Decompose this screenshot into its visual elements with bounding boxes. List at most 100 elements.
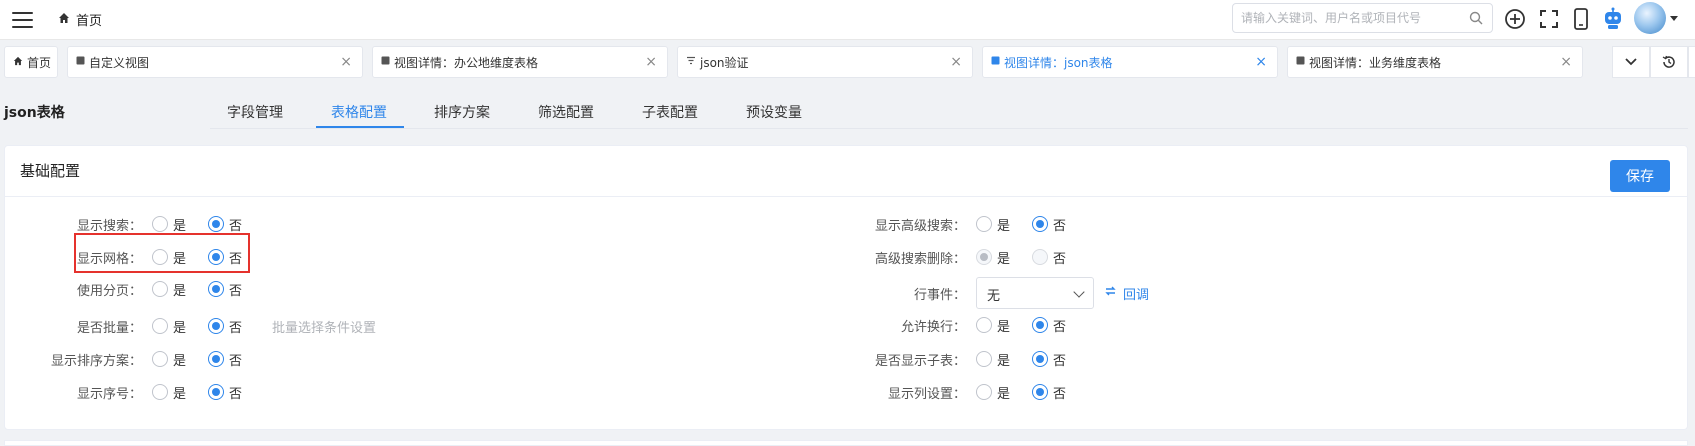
radio-no[interactable]: 否 bbox=[208, 215, 242, 234]
radio-circle bbox=[152, 384, 168, 400]
radio-no[interactable]: 否 bbox=[208, 350, 242, 369]
radio-circle bbox=[208, 384, 225, 400]
save-button[interactable]: 保存 bbox=[1610, 160, 1670, 192]
tabs-dropdown-icon[interactable] bbox=[1612, 46, 1650, 78]
history-icon[interactable] bbox=[1650, 46, 1688, 78]
subtab-subtable-config[interactable]: 子表配置 bbox=[642, 102, 698, 122]
subtab-table-config[interactable]: 表格配置 bbox=[331, 102, 387, 122]
robot-assistant-icon[interactable] bbox=[1600, 6, 1626, 32]
subtab-filter-config[interactable]: 筛选配置 bbox=[538, 102, 594, 122]
radio-no[interactable]: 否 bbox=[1032, 383, 1066, 402]
global-search[interactable] bbox=[1232, 3, 1493, 33]
radio-circle bbox=[976, 216, 992, 232]
setting-allow-wrap: 允许换行： 是 否 bbox=[800, 314, 1088, 336]
radio-label: 是 bbox=[997, 319, 1011, 335]
radio-no[interactable]: 否 bbox=[208, 383, 242, 402]
radio-label: 否 bbox=[229, 218, 243, 234]
close-icon[interactable]: × bbox=[340, 55, 352, 69]
radio-circle bbox=[976, 249, 992, 265]
add-circle-icon[interactable] bbox=[1502, 6, 1528, 32]
tab-json-table[interactable]: 视图详情：json表格 × bbox=[982, 46, 1278, 78]
radio-circle bbox=[208, 318, 225, 334]
radio-circle bbox=[152, 318, 168, 334]
search-input[interactable] bbox=[1241, 8, 1461, 28]
top-bar: 首页 bbox=[0, 0, 1695, 40]
select-value: 无 bbox=[987, 289, 1001, 304]
breadcrumb[interactable]: 首页 bbox=[58, 10, 102, 29]
page-title: json表格 bbox=[4, 105, 65, 121]
setting-advanced-search-delete: 高级搜索删除： 是 否 bbox=[800, 246, 1088, 268]
active-subtab-indicator bbox=[316, 126, 404, 128]
radio-yes[interactable]: 是 bbox=[976, 383, 1010, 402]
setting-label: 允许换行： bbox=[900, 319, 966, 335]
search-icon[interactable] bbox=[1468, 10, 1484, 26]
radio-label: 是 bbox=[173, 353, 187, 369]
subtabs-divider bbox=[210, 128, 1688, 129]
radio-yes[interactable]: 是 bbox=[976, 316, 1010, 335]
batch-condition-link[interactable]: 批量选择条件设置 bbox=[272, 317, 376, 336]
radio-yes[interactable]: 是 bbox=[152, 350, 186, 369]
view-subheader: json表格 字段管理 表格配置 排序方案 筛选配置 子表配置 预设变量 bbox=[0, 92, 1695, 132]
radio-no[interactable]: 否 bbox=[1032, 316, 1066, 335]
mobile-icon[interactable] bbox=[1568, 6, 1594, 32]
highlight-annotation bbox=[74, 233, 250, 273]
row-event-select[interactable]: 无 bbox=[976, 277, 1094, 309]
avatar[interactable] bbox=[1634, 2, 1666, 34]
radio-yes[interactable]: 是 bbox=[976, 215, 1010, 234]
close-icon[interactable]: × bbox=[950, 55, 962, 69]
setting-show-search: 显示搜索： 是 否 bbox=[20, 213, 264, 235]
close-icon[interactable]: × bbox=[1255, 55, 1267, 69]
next-card-edge bbox=[4, 440, 1688, 446]
tab-label: 首页 bbox=[27, 55, 52, 70]
tab-json-validation[interactable]: json验证 × bbox=[677, 46, 973, 78]
setting-label: 是否批量： bbox=[76, 320, 142, 336]
radio-circle bbox=[152, 216, 168, 232]
info-icon[interactable] bbox=[1688, 46, 1695, 78]
radio-yes[interactable]: 是 bbox=[152, 215, 186, 234]
subtab-field-management[interactable]: 字段管理 bbox=[227, 102, 283, 122]
setting-show-column-settings: 显示列设置： 是 否 bbox=[800, 381, 1088, 403]
menu-toggle-icon[interactable] bbox=[12, 12, 33, 28]
home-icon bbox=[58, 12, 70, 27]
setting-use-pagination: 使用分页： 是 否 bbox=[20, 278, 264, 300]
radio-no[interactable]: 否 bbox=[1032, 350, 1066, 369]
radio-circle bbox=[976, 351, 992, 367]
chevron-down-icon[interactable] bbox=[1670, 16, 1678, 21]
callback-link[interactable]: 回调 bbox=[1104, 284, 1149, 303]
radio-no[interactable]: 否 bbox=[208, 280, 242, 299]
radio-circle bbox=[208, 351, 225, 367]
radio-circle bbox=[152, 351, 168, 367]
radio-yes[interactable]: 是 bbox=[152, 280, 186, 299]
setting-label: 显示列设置： bbox=[887, 386, 966, 402]
radio-label: 否 bbox=[229, 320, 243, 336]
radio-circle bbox=[1032, 351, 1049, 367]
radio-no[interactable]: 否 bbox=[1032, 215, 1066, 234]
setting-label: 显示搜索： bbox=[76, 218, 142, 234]
subtab-sort-scheme[interactable]: 排序方案 bbox=[434, 102, 490, 122]
setting-show-sort-scheme: 显示排序方案： 是 否 bbox=[20, 348, 264, 370]
close-icon[interactable]: × bbox=[645, 55, 657, 69]
setting-label: 高级搜索删除： bbox=[874, 251, 966, 267]
tab-home[interactable]: 首页 bbox=[4, 46, 58, 78]
radio-label: 是 bbox=[173, 218, 187, 234]
fullscreen-icon[interactable] bbox=[1536, 6, 1562, 32]
tab-custom-view[interactable]: 自定义视图 × bbox=[67, 46, 363, 78]
radio-yes[interactable]: 是 bbox=[152, 317, 186, 336]
radio-circle bbox=[1032, 216, 1049, 232]
radio-yes[interactable]: 是 bbox=[976, 350, 1010, 369]
close-icon[interactable]: × bbox=[1560, 55, 1572, 69]
setting-show-subtable: 是否显示子表： 是 否 bbox=[800, 348, 1088, 370]
tab-label: 视图详情：办公地维度表格 bbox=[394, 55, 539, 70]
radio-no[interactable]: 否 bbox=[208, 317, 242, 336]
filter-icon bbox=[686, 56, 696, 68]
setting-label: 使用分页： bbox=[76, 283, 142, 299]
radio-label: 是 bbox=[173, 320, 187, 336]
radio-circle bbox=[208, 216, 225, 232]
radio-yes: 是 bbox=[976, 248, 1010, 267]
tab-office-dimension[interactable]: 视图详情：办公地维度表格 × bbox=[372, 46, 668, 78]
tab-business-dimension[interactable]: 视图详情：业务维度表格 × bbox=[1287, 46, 1583, 78]
radio-yes[interactable]: 是 bbox=[152, 383, 186, 402]
radio-circle bbox=[976, 317, 992, 333]
subtab-preset-variables[interactable]: 预设变量 bbox=[746, 102, 802, 122]
radio-label: 是 bbox=[997, 353, 1011, 369]
